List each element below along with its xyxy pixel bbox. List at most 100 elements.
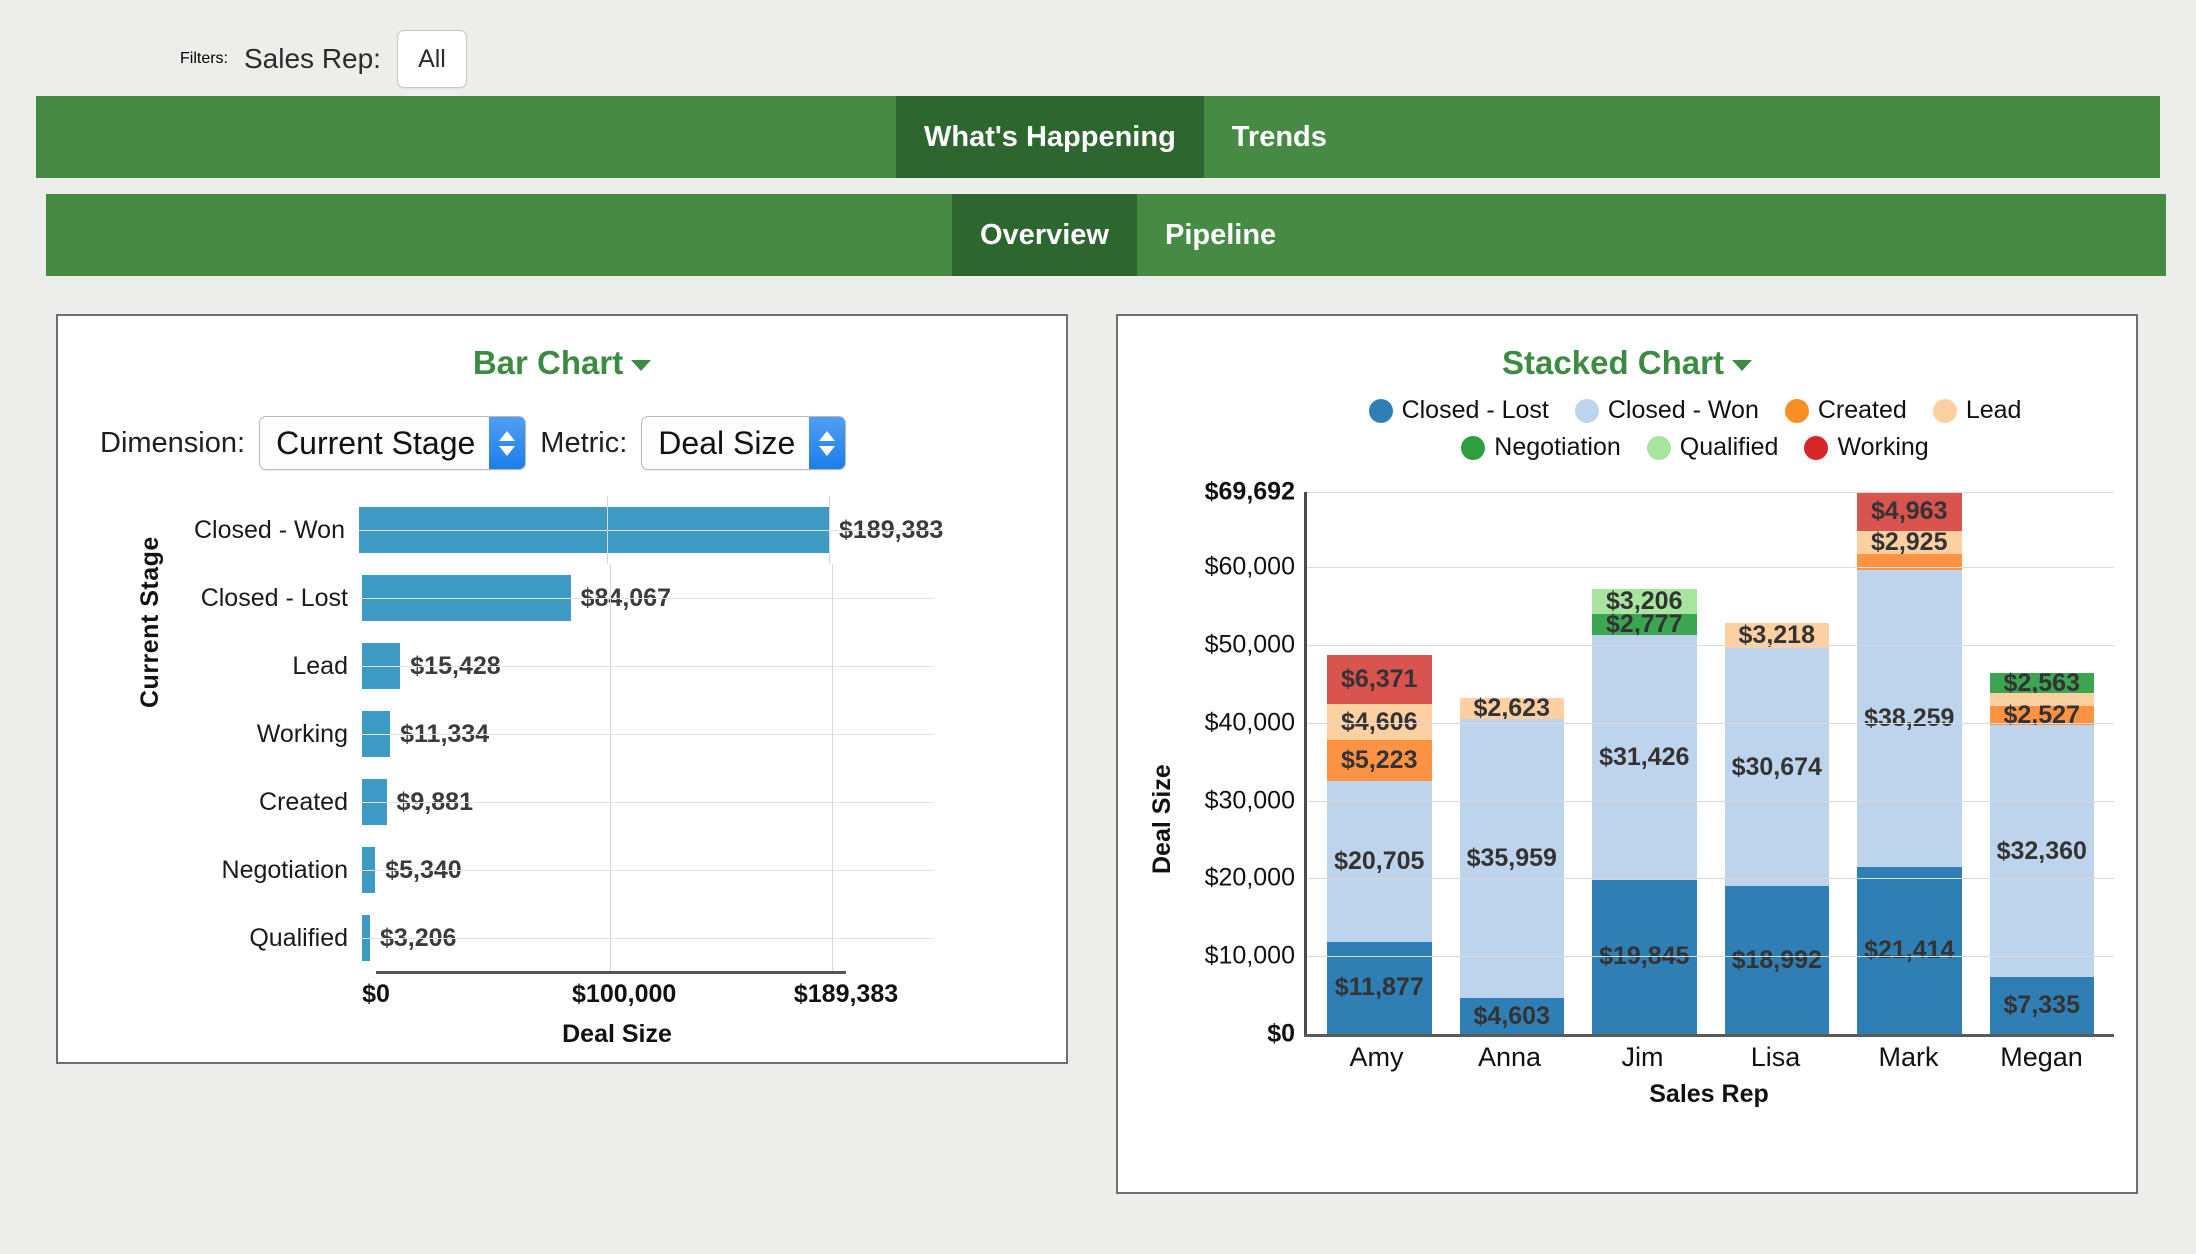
bar-chart-x-axis-title: Deal Size [562,1020,672,1048]
stacked-chart-y-tick: $10,000 [1204,941,1295,970]
bar-chart-title: Bar Chart [472,344,624,381]
bar-chart-gridline-v [832,836,833,904]
stacked-chart-x-tick-labels: Amy Anna Jim Lisa Mark Megan [1304,1042,2114,1073]
stacked-chart-gridline: $20,000 [1205,864,2114,892]
bar-chart-row: Created $9,881 [194,768,934,836]
bar-chart-category-label: Lead [292,651,348,680]
stacked-chart-gridline: $40,000 [1205,708,2114,736]
stacked-chart-segment[interactable]: $2,777 [1592,610,1697,638]
stacked-chart-column: $19,845 $31,426 $2,777 $3,206 [1592,587,1697,1034]
stacked-chart-segment[interactable]: $2,563 [1989,669,2094,697]
stacked-chart-segment[interactable]: $4,963 [1857,492,1962,531]
stacked-chart-x-axis-title: Sales Rep [1649,1080,1769,1108]
legend-label: Working [1837,433,1929,461]
stacked-chart-segment[interactable]: $4,603 [1459,998,1564,1034]
stacked-chart-segment[interactable]: $5,223 [1327,740,1432,781]
sales-rep-filter-button[interactable]: All [396,30,467,88]
bar-chart-plot: Current Stage Closed - Won $189,383 Closed… [58,470,1066,1048]
bar-chart-y-axis-title: Current Stage [136,536,164,708]
stacked-chart-segment[interactable]: $18,992 [1724,886,1829,1034]
bar-chart-gridline-h [362,734,934,735]
stacked-chart-segment[interactable]: $32,360 [1989,725,2094,977]
tab-whats-happening[interactable]: What's Happening [896,96,1204,178]
stacked-chart-column: $18,992 $30,674 $3,218 [1724,621,1829,1034]
filter-bar: Filters: Sales Rep: All [0,0,2196,96]
bar-chart-gridline-v [610,632,612,700]
bar-chart-gridline-v [832,564,833,632]
stacked-chart-segment[interactable]: $6,371 [1327,654,1432,705]
stacked-chart-gridline: $10,000 [1205,942,2114,970]
legend-item[interactable]: Closed - Lost [1368,396,1549,425]
tab-trends[interactable]: Trends [1204,96,1355,178]
stacked-chart-x-tick-label: Jim [1621,1042,1664,1072]
bar-chart-gridline-h [362,666,934,667]
stacked-chart-x-tick-label: Megan [2000,1042,2083,1072]
stacked-chart-y-tick: $0 [1267,1019,1295,1048]
bar-chart-category-label: Created [259,787,348,816]
legend-label: Negotiation [1494,433,1621,461]
bar-chart-track: $11,334 [362,700,934,768]
bar-chart-gridline-v [832,700,833,768]
legend-item[interactable]: Qualified [1646,433,1778,462]
bar-chart-gridline-v [832,904,833,972]
tab-overview[interactable]: Overview [952,194,1137,276]
stacked-chart-segment[interactable]: $3,218 [1724,621,1829,649]
stacked-chart-segment[interactable]: $31,426 [1592,635,1697,880]
stacked-chart-title-row[interactable]: Stacked Chart [1118,316,2136,382]
stacked-chart-y-tick: $30,000 [1204,786,1295,815]
bar-chart-gridline-h [359,530,944,531]
legend-item[interactable]: Working [1804,433,1929,462]
stacked-chart-column: $4,603 $35,959 $2,623 [1459,694,1564,1034]
stacked-chart-segment[interactable]: $30,674 [1724,647,1829,887]
stepper-icon[interactable] [489,417,526,469]
legend-item[interactable]: Created [1784,396,1907,425]
secondary-tab-bar: Overview Pipeline [46,194,2166,276]
stacked-chart-column: $11,877 $20,705 $5,223 $4,606 $6,371 [1327,654,1432,1034]
bar-chart-title-row[interactable]: Bar Chart [58,316,1066,382]
bar-chart-panel: Bar Chart Dimension: Current Stage Metri… [56,314,1068,1064]
bar-chart-track: $15,428 [362,632,934,700]
metric-select-value: Deal Size [658,424,796,461]
dimension-label: Dimension: [100,426,246,459]
bar-chart-gridline-v [610,564,612,632]
legend-item[interactable]: Lead [1932,396,2021,425]
bar-chart-category-label: Closed - Lost [200,583,348,612]
stacked-chart-plot-area: $11,877 $20,705 $5,223 $4,606 $6,371 $4,603 $3… [1205,478,2114,1048]
stacked-chart-x-tick-label: Mark [1878,1042,1939,1072]
stacked-chart-segment[interactable]: $20,705 [1327,780,1432,942]
bar-chart-category-label: Qualified [249,923,348,952]
legend-color-swatch [1574,398,1599,423]
dimension-select[interactable]: Current Stage [259,416,527,470]
bar-chart-row: Negotiation $5,340 [194,836,934,904]
bar-chart-row: Qualified $3,206 [194,904,934,972]
stacked-chart-segment[interactable]: $2,925 [1857,528,1962,556]
metric-select[interactable]: Deal Size [641,416,847,470]
stacked-chart-x-tick-label: Anna [1477,1042,1542,1072]
legend-item[interactable]: Negotiation [1461,433,1621,462]
stacked-chart-segment[interactable]: $21,414 [1857,867,1962,1034]
stacked-chart-y-axis-title: Deal Size [1148,764,1176,874]
bar-chart-category-label: Working [256,719,348,748]
chevron-down-icon [631,359,652,371]
stacked-chart-bars: $11,877 $20,705 $5,223 $4,606 $6,371 $4,603 $3… [1307,492,2114,1034]
stacked-chart-segment[interactable]: $7,335 [1989,976,2094,1034]
bar-chart-gridline-h [362,598,934,599]
legend-label: Created [1817,396,1907,424]
tab-pipeline[interactable]: Pipeline [1137,194,1304,276]
stacked-chart-gridline: $30,000 [1205,786,2114,814]
bar-chart-x-tick: $0 [362,980,390,1008]
bar-chart-gridline-v [832,632,833,700]
legend-color-swatch [1461,435,1486,460]
primary-tab-bar: What's Happening Trends [36,96,2160,178]
stacked-chart-title: Stacked Chart [1502,344,1724,381]
stacked-chart-segment[interactable]: $38,259 [1857,569,1962,868]
stacked-chart-y-tick: $69,692 [1204,477,1295,506]
bar-chart-gridline-v [610,700,612,768]
bar-chart-gridline-v [832,768,833,836]
legend-color-swatch [1646,435,1671,460]
legend-item[interactable]: Closed - Won [1574,396,1759,425]
stepper-icon[interactable] [809,417,846,469]
stacked-chart-segment[interactable]: $2,623 [1459,694,1564,722]
chevron-down-icon [1731,359,1752,371]
bar-chart-gridline-v [610,836,612,904]
